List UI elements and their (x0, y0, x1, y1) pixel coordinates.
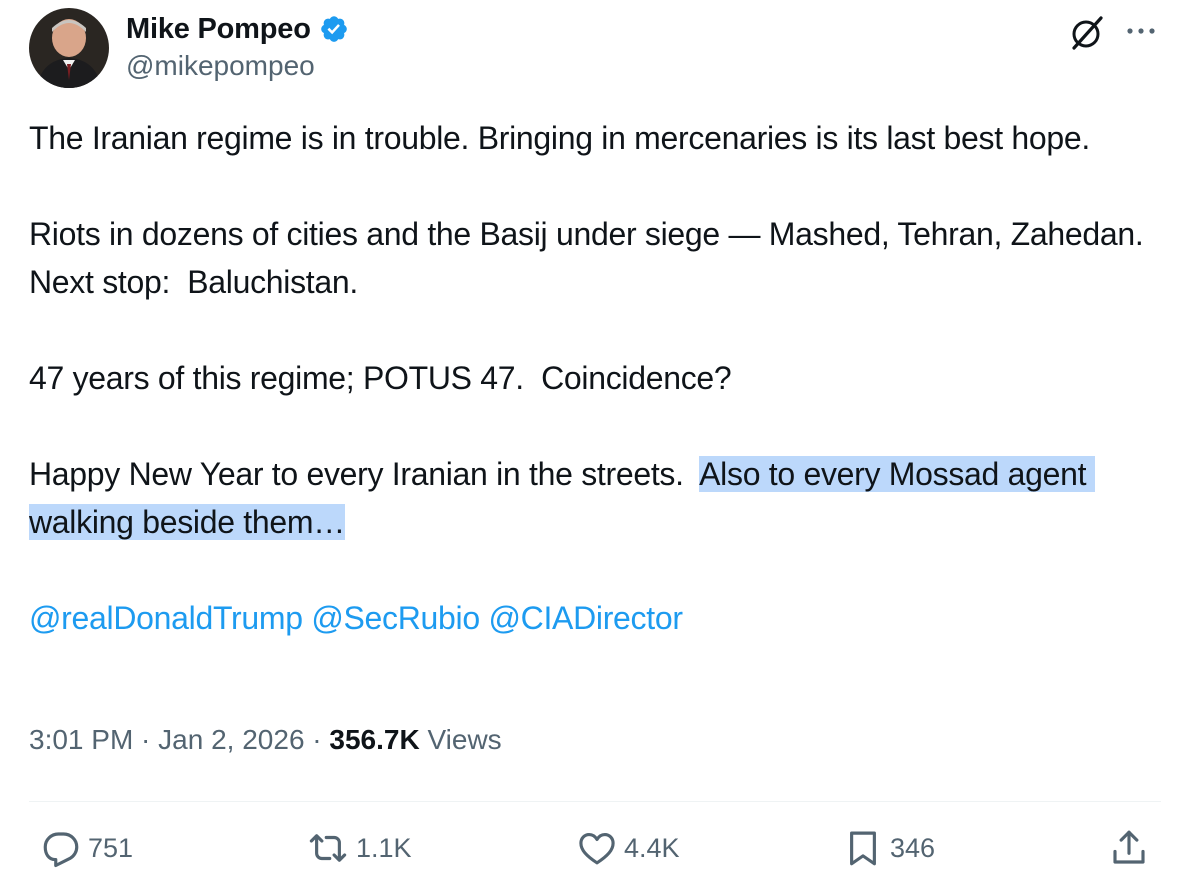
like-icon (576, 827, 618, 869)
like-count: 4.4K (624, 832, 680, 863)
reply-icon (40, 827, 82, 869)
bookmark-count: 346 (890, 832, 936, 863)
tweet-time[interactable]: 3:01 PM (29, 724, 133, 755)
avatar[interactable] (29, 8, 109, 88)
bookmark-icon (842, 827, 884, 869)
views-count: 356.7K (329, 724, 420, 755)
bookmark-button[interactable]: 346 (842, 826, 935, 870)
tweet-date[interactable]: Jan 2, 2026 (158, 724, 304, 755)
author-display-name[interactable]: Mike Pompeo (126, 13, 311, 46)
tweet-text-plain: Happy New Year to every Iranian in the s… (29, 456, 700, 492)
reply-count: 751 (88, 832, 134, 863)
divider (29, 801, 1161, 802)
repost-button[interactable]: 1.1K (306, 826, 412, 870)
mention-link[interactable]: @CIADirector (488, 600, 683, 636)
repost-count: 1.1K (356, 832, 412, 863)
tweet-paragraph: Riots in dozens of cities and the Basij … (29, 216, 1161, 300)
repost-icon (306, 827, 350, 869)
author-handle[interactable]: @mikepompeo (126, 50, 315, 82)
grok-icon[interactable] (1068, 14, 1106, 52)
mention-link[interactable]: @realDonaldTrump (29, 600, 303, 636)
tweet-paragraph: The Iranian regime is in trouble. Bringi… (29, 120, 1090, 156)
mention-link[interactable]: @SecRubio (311, 600, 480, 636)
mentions-line: @realDonaldTrump @SecRubio @CIADirector (29, 594, 1169, 642)
verified-badge-icon (319, 14, 349, 44)
tweet-paragraph: 47 years of this regime; POTUS 47. Coinc… (29, 360, 732, 396)
tweet-text: The Iranian regime is in trouble. Bringi… (29, 114, 1169, 642)
views-label: Views (419, 724, 502, 755)
share-button[interactable] (1108, 826, 1150, 870)
more-options-icon[interactable] (1122, 18, 1160, 44)
tweet-meta: 3:01 PM · Jan 2, 2026 · 356.7K Views (29, 724, 502, 756)
like-button[interactable]: 4.4K (576, 826, 680, 870)
meta-separator: · (304, 724, 330, 755)
meta-separator: · (133, 724, 159, 755)
tweet-paragraph: Happy New Year to every Iranian in the s… (29, 450, 1169, 546)
reply-button[interactable]: 751 (40, 826, 133, 870)
share-icon (1108, 827, 1150, 869)
